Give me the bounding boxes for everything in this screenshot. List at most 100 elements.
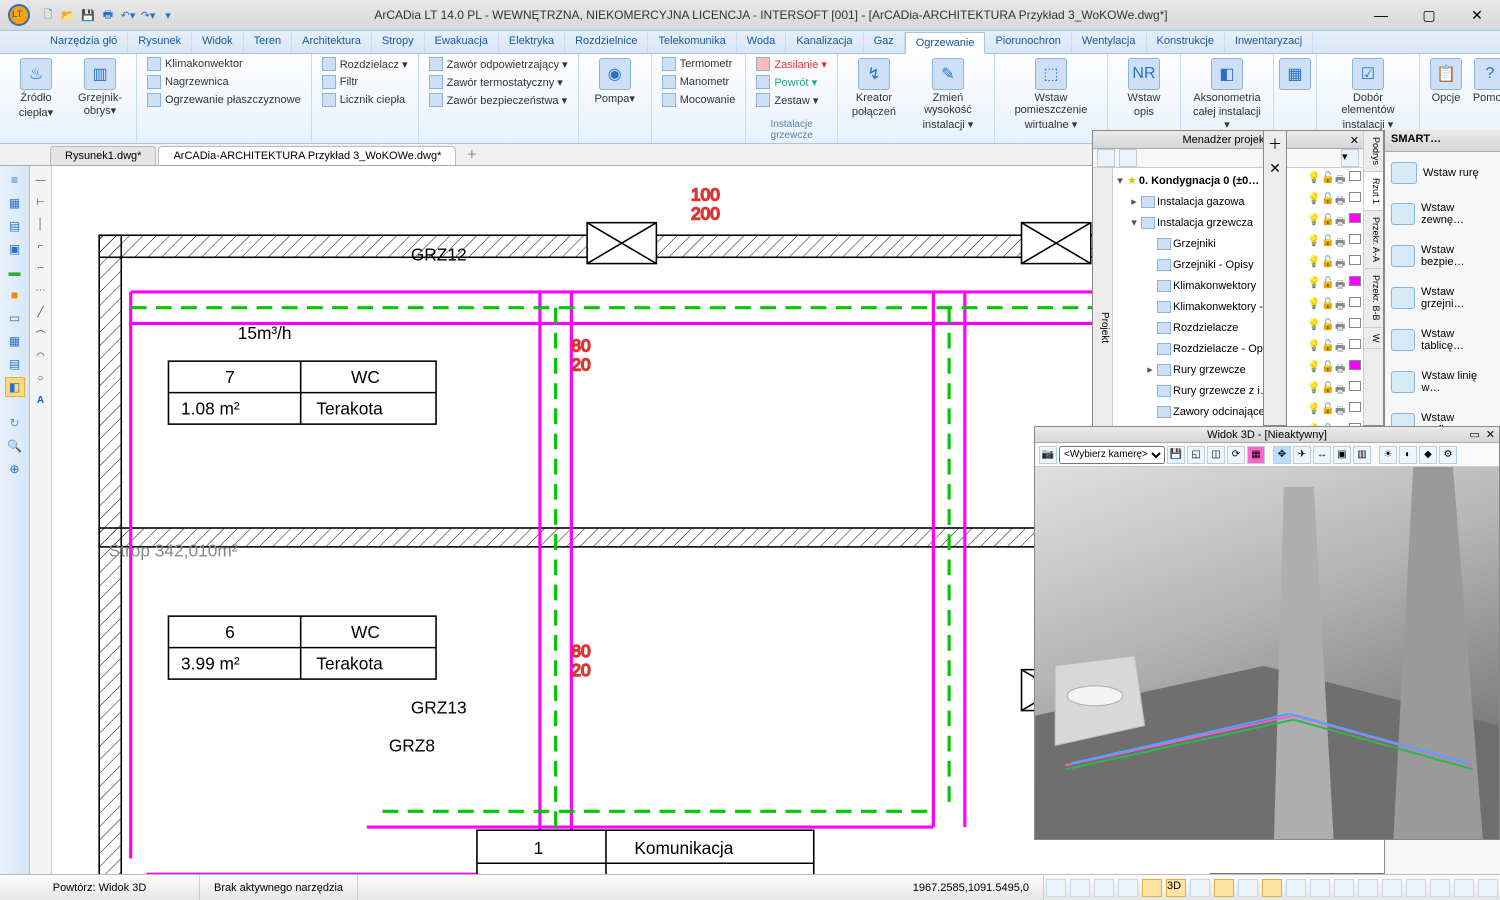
tree-item[interactable]: Zawory odcinające💡🔓🖶: [1115, 401, 1361, 422]
qat-new-icon[interactable]: 🗋: [40, 7, 56, 23]
lt-grid-icon[interactable]: ▦: [5, 193, 25, 213]
empty-button-1[interactable]: ▦: [1280, 56, 1310, 92]
lt-green-icon[interactable]: ▬: [5, 262, 25, 282]
tab-architektura[interactable]: Architektura: [292, 31, 372, 53]
ogrzewanie-plasz-button[interactable]: Ogrzewanie płaszczyznowe: [143, 92, 305, 108]
tree-item[interactable]: ▾Instalacja grzewcza💡🔓🖶: [1115, 212, 1361, 233]
tab-kanalizacja[interactable]: Kanalizacja: [786, 31, 863, 53]
lt-icon7[interactable]: ▭: [5, 308, 25, 328]
pomoc-button[interactable]: ?Pomoc: [1470, 56, 1500, 106]
minimize-icon[interactable]: —: [1366, 7, 1396, 24]
v3d-walk-icon[interactable]: ↔: [1313, 446, 1331, 464]
lt2-dim-icon[interactable]: ⊢: [33, 194, 49, 210]
pm-rt-podrys[interactable]: Podrys: [1364, 131, 1383, 172]
zawor-odp-button[interactable]: Zawór odpowietrzający ▾: [425, 56, 572, 72]
sb-i1-icon[interactable]: [1190, 879, 1210, 897]
pm-tb2-icon[interactable]: [1119, 149, 1137, 167]
lt-icon8[interactable]: ▦: [5, 331, 25, 351]
pm-tb1-icon[interactable]: [1097, 149, 1115, 167]
zmien-wysokosc-button[interactable]: ✎Zmień wysokośćinstalacji ▾: [908, 56, 988, 133]
v3d-fly-icon[interactable]: ✈: [1293, 446, 1311, 464]
lt2-dot-icon[interactable]: ⋯: [33, 282, 49, 298]
lt-zoom-icon[interactable]: 🔍: [5, 436, 25, 456]
view3d-close-icon[interactable]: ✕: [1486, 427, 1495, 443]
qat-print-icon[interactable]: 🖶: [100, 7, 116, 23]
lt2-circ-icon[interactable]: ○: [33, 370, 49, 386]
view3d-min-icon[interactable]: ▭: [1469, 427, 1479, 443]
nagrzewnica-button[interactable]: Nagrzewnica: [143, 74, 305, 90]
v3d-sel-icon[interactable]: ▣: [1333, 446, 1351, 464]
smart-item[interactable]: Wstaw linię w…: [1389, 364, 1496, 400]
wstaw-opis-button[interactable]: NRWstawopis: [1114, 56, 1174, 120]
v3d-cube-icon[interactable]: ◱: [1187, 446, 1205, 464]
v3d-persp-icon[interactable]: ◫: [1207, 446, 1225, 464]
lt-icon9[interactable]: ▤: [5, 354, 25, 374]
pm-filter-icon[interactable]: ▾: [1341, 149, 1359, 167]
grzejnik-obrys-button[interactable]: ▥Grzejnik-obrys▾: [70, 56, 130, 119]
v3d-camera-select[interactable]: <Wybierz kamerę>: [1059, 446, 1165, 464]
tab-telekom[interactable]: Telekomunika: [648, 31, 736, 53]
lt2-text-icon[interactable]: A: [33, 392, 49, 408]
tree-item[interactable]: Klimakonwektory -…💡🔓🖶: [1115, 296, 1361, 317]
tree-item[interactable]: Rozdzielacze💡🔓🖶: [1115, 317, 1361, 338]
tab-gaz[interactable]: Gaz: [864, 31, 905, 53]
sb-i4-icon[interactable]: [1262, 879, 1282, 897]
tab-konstrukcje[interactable]: Konstrukcje: [1147, 31, 1225, 53]
tab-inwentaryzacja[interactable]: Inwentaryzacj: [1225, 31, 1313, 53]
lt-icon10[interactable]: ◧: [5, 377, 25, 397]
doctab-1[interactable]: ArCADia-ARCHITEKTURA Przykład 3_WoKOWe.d…: [158, 146, 456, 165]
lt-obj-icon[interactable]: ▣: [5, 239, 25, 259]
pm-rt-rzut1[interactable]: Rzut 1: [1364, 172, 1383, 211]
zawor-termo-button[interactable]: Zawór termostatyczny ▾: [425, 74, 572, 90]
v3d-wall-icon[interactable]: ▦: [1247, 446, 1265, 464]
termometr-button[interactable]: Termometr: [658, 56, 740, 72]
sb-i12-icon[interactable]: [1454, 879, 1474, 897]
tab-rysunek[interactable]: Rysunek: [128, 31, 192, 53]
maximize-icon[interactable]: ▢: [1414, 7, 1444, 24]
tree-item[interactable]: Grzejniki - Opisy💡🔓🖶: [1115, 254, 1361, 275]
sb-polar-icon[interactable]: [1118, 879, 1138, 897]
sb-osnap-icon[interactable]: [1142, 879, 1162, 897]
smart-item[interactable]: Wstaw tablicę…: [1389, 322, 1496, 358]
zrodlo-ciepla-button[interactable]: ♨Źródłociepła▾: [6, 56, 66, 121]
pm-rt-w[interactable]: W: [1364, 328, 1383, 350]
licznik-ciepla-button[interactable]: Licznik ciepła: [318, 92, 412, 108]
powrot-button[interactable]: Powrót ▾: [752, 74, 831, 90]
lt2-dash-icon[interactable]: ┄: [33, 260, 49, 276]
v3d-shade-icon[interactable]: ◐: [1399, 446, 1417, 464]
klimakonwektor-button[interactable]: Klimakonwektor: [143, 56, 305, 72]
v3d-gear-icon[interactable]: ⚙: [1439, 446, 1457, 464]
smart-item[interactable]: Wstaw bezpie…: [1389, 238, 1496, 274]
tree-root[interactable]: ▾★ 0. Kondygnacja 0 (±0… 💡🔓🖶: [1115, 170, 1361, 191]
lt-layers-icon[interactable]: ≡: [5, 170, 25, 190]
pm-rt-aa[interactable]: Przekr. A-A: [1364, 211, 1383, 269]
tree-item[interactable]: Grzejniki💡🔓🖶: [1115, 233, 1361, 254]
aksonometria-button[interactable]: ◧Aksonometriacałej instalacji ▾: [1187, 56, 1267, 133]
tab-elektryka[interactable]: Elektryka: [499, 31, 565, 53]
tab-narzedzia[interactable]: Narzędzia głó: [40, 31, 128, 53]
sb-i11-icon[interactable]: [1430, 879, 1450, 897]
qat-undo-icon[interactable]: ↶▾: [120, 7, 136, 23]
doctab-add-icon[interactable]: ＋: [458, 143, 485, 165]
v3d-cam-icon[interactable]: 📷: [1039, 446, 1057, 464]
smart-item[interactable]: Wstaw grzejni…: [1389, 280, 1496, 316]
tab-stropy[interactable]: Stropy: [372, 31, 425, 53]
tree-item[interactable]: Rozdzielacze - Opi…💡🔓🖶: [1115, 338, 1361, 359]
lt-zoom2-icon[interactable]: ⊕: [5, 459, 25, 479]
lt2-line-icon[interactable]: —: [33, 172, 49, 188]
view3d-canvas[interactable]: [1035, 467, 1499, 839]
sb-i13-icon[interactable]: [1478, 879, 1498, 897]
lt-scale-icon[interactable]: ▤: [5, 216, 25, 236]
manometr-button[interactable]: Manometr: [658, 74, 740, 90]
dobor-elementow-button[interactable]: ☑Dobór elementówinstalacji ▾: [1323, 56, 1413, 133]
sb-ortho-icon[interactable]: [1094, 879, 1114, 897]
sb-i2-icon[interactable]: [1214, 879, 1234, 897]
qat-save-icon[interactable]: 💾: [80, 7, 96, 23]
tab-piorunochron[interactable]: Piorunochron: [985, 31, 1071, 53]
sb-snap-icon[interactable]: [1046, 879, 1066, 897]
tab-wentylacja[interactable]: Wentylacja: [1072, 31, 1147, 53]
pm-close-icon[interactable]: ✕: [1350, 132, 1359, 150]
tab-ogrzewanie[interactable]: Ogrzewanie: [905, 32, 986, 54]
tab-rozdzielnice[interactable]: Rozdzielnice: [565, 31, 648, 53]
tree-item[interactable]: Rury grzewcze z i…💡🔓🖶: [1115, 380, 1361, 401]
